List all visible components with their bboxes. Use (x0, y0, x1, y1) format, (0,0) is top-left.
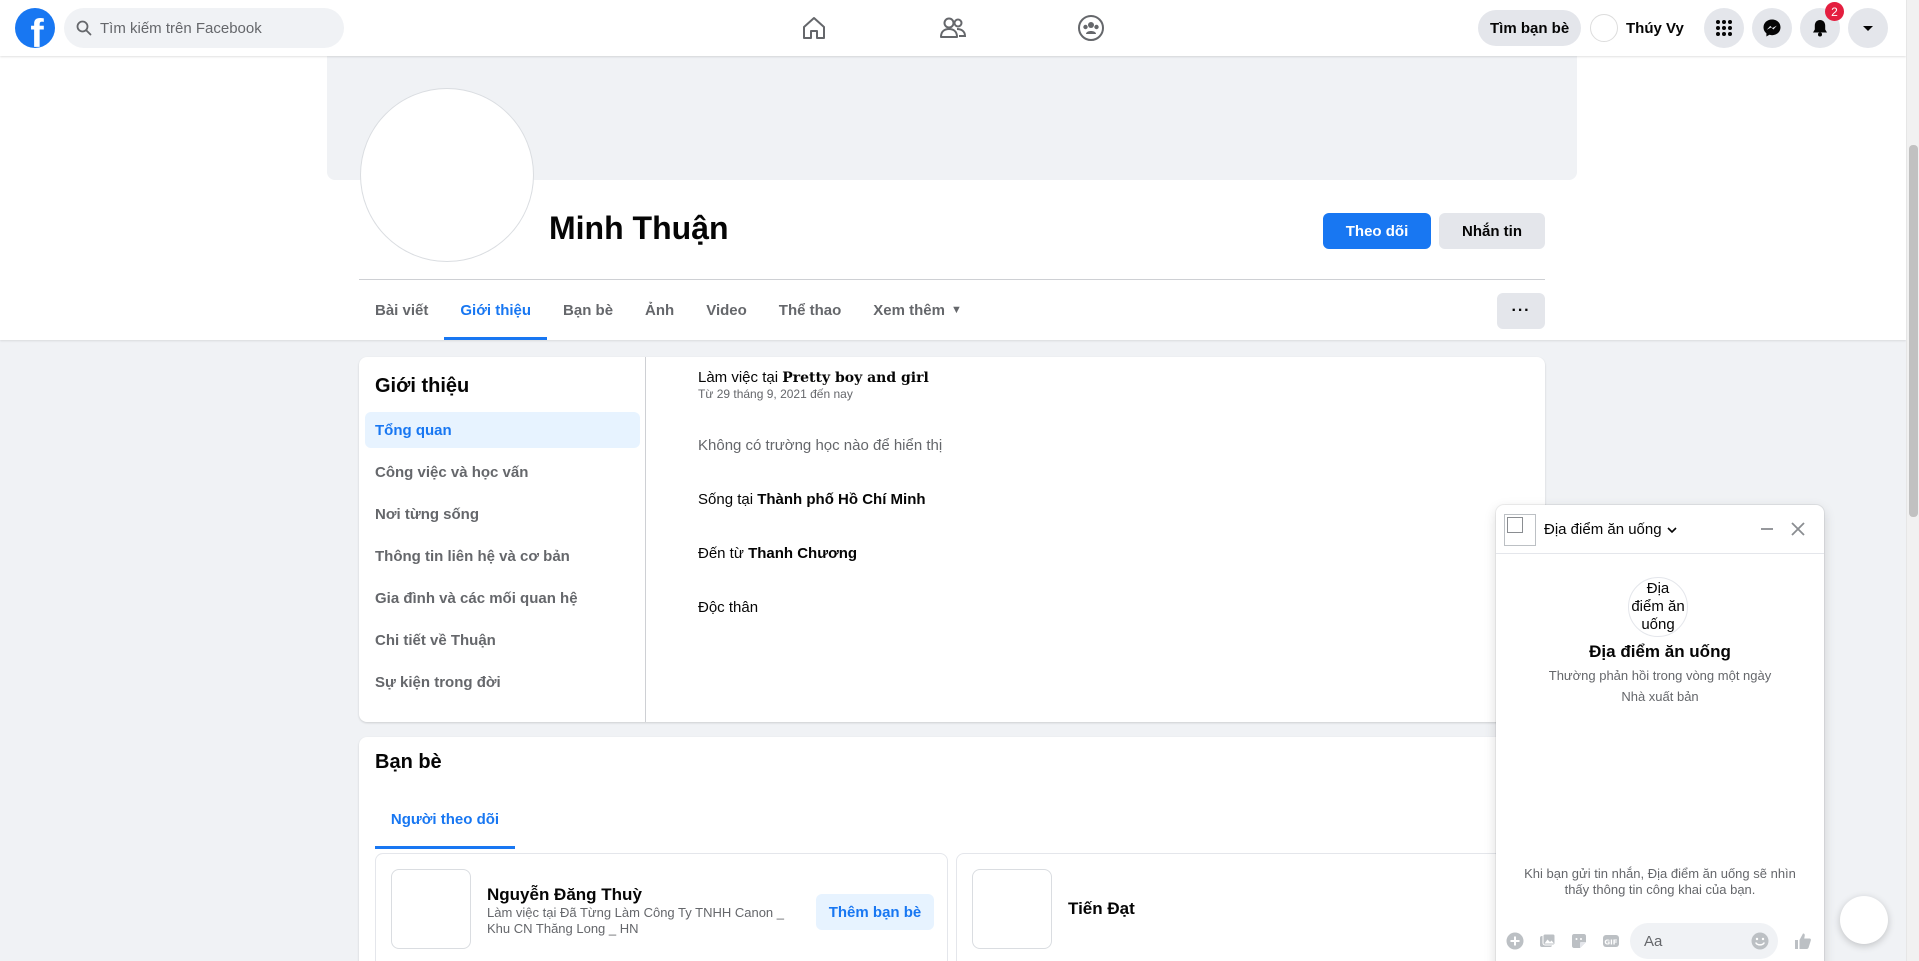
add-friend-button[interactable]: Thêm bạn bè (816, 894, 934, 930)
about-title: Giới thiệu (375, 375, 470, 397)
hometown-link[interactable]: Thanh Chương (748, 545, 857, 562)
chat-message-input[interactable] (1644, 932, 1740, 950)
emoji-icon[interactable] (1750, 931, 1770, 951)
friends-icon[interactable] (937, 12, 969, 44)
top-navigation: f Tìm bạn bè Thúy Vy 2 (0, 0, 1906, 56)
friend-subtitle: Làm việc tại Đã Từng Làm Công Ty TNHH Ca… (487, 905, 785, 936)
chat-privacy-notice: Khi bạn gửi tin nhắn, Địa điểm ăn uống s… (1524, 866, 1796, 897)
chat-header: Địa điểm ăn uống (1496, 505, 1824, 554)
user-profile-chip[interactable]: Thúy Vy (1590, 10, 1684, 46)
chat-page-title[interactable]: Địa điểm ăn uống (1496, 642, 1824, 662)
messenger-icon[interactable] (1752, 8, 1792, 48)
scrollbar[interactable] (1906, 0, 1919, 961)
message-button[interactable]: Nhắn tin (1439, 213, 1545, 249)
work-prefix: Làm việc tại (698, 369, 783, 386)
about-item-work-education[interactable]: Công việc và học vấn (365, 454, 640, 490)
tab-followers[interactable]: Người theo dõi (375, 789, 515, 849)
tab-photos[interactable]: Ảnh (629, 280, 690, 340)
follow-button[interactable]: Theo dõi (1323, 213, 1431, 249)
hometown-info: Đến từ Thanh Chương (698, 545, 857, 562)
chat-avatar[interactable] (1504, 514, 1536, 546)
profile-name: Minh Thuận (549, 210, 729, 246)
current-city-info: Sống tại Thành phố Hồ Chí Minh (698, 491, 926, 508)
work-info: Làm việc tại Pretty boy and girl Từ 29 t… (698, 369, 929, 401)
about-sidebar: Giới thiệu Tổng quan Công việc và học vấ… (359, 357, 646, 722)
notification-badge: 2 (1825, 2, 1844, 21)
user-name: Thúy Vy (1626, 19, 1684, 37)
lives-prefix: Sống tại (698, 491, 758, 508)
profile-tabs: Bài viết Giới thiệu Bạn bè Ảnh Video Thể… (359, 280, 978, 340)
chat-window: Địa điểm ăn uống Địa điểm ăn uống Địa đi… (1496, 505, 1824, 961)
about-item-overview[interactable]: Tổng quan (365, 412, 640, 448)
image-icon[interactable] (1534, 928, 1560, 954)
tab-sports[interactable]: Thể thao (763, 280, 858, 340)
chat-input-box[interactable] (1630, 923, 1778, 959)
chevron-down-icon: ▼ (951, 304, 962, 316)
account-caret-icon[interactable] (1848, 8, 1888, 48)
chevron-down-icon (1667, 526, 1677, 533)
education-info: Không có trường học nào để hiển thị (698, 437, 943, 454)
from-prefix: Đến từ (698, 545, 749, 562)
about-item-details[interactable]: Chi tiết về Thuận (365, 622, 640, 658)
new-message-button[interactable] (1840, 896, 1888, 944)
friends-title: Bạn bè (375, 751, 442, 773)
work-since: Từ 29 tháng 9, 2021 đến nay (698, 387, 853, 401)
plus-circle-icon[interactable] (1502, 928, 1528, 954)
about-item-contact-basic-info[interactable]: Thông tin liên hệ và cơ bản (365, 538, 640, 574)
friend-photo[interactable] (391, 869, 471, 949)
work-place-link[interactable]: Pretty boy and girl (782, 370, 929, 386)
about-item-family-relationships[interactable]: Gia đình và các mối quan hệ (365, 580, 640, 616)
list-item: Tiến Đạt (956, 853, 1529, 961)
chat-page-avatar[interactable]: Địa điểm ăn uống (1628, 577, 1688, 637)
chat-name-label: Địa điểm ăn uống (1544, 521, 1662, 538)
like-icon[interactable] (1790, 928, 1816, 954)
list-item: Nguyễn Đăng Thuỳ Làm việc tại Đã Từng Là… (375, 853, 948, 961)
minimize-icon[interactable] (1755, 517, 1779, 541)
friend-photo[interactable] (972, 869, 1052, 949)
search-icon (76, 20, 92, 36)
tab-see-more-label: Xem thêm (873, 301, 945, 319)
relationship-info: Độc thân (698, 599, 759, 616)
groups-icon[interactable] (1075, 12, 1107, 44)
more-options-button[interactable]: ··· (1497, 293, 1545, 329)
profile-picture[interactable] (361, 89, 533, 261)
chat-avatar-alt: Địa điểm ăn uống (1631, 580, 1685, 633)
profile-header: Minh Thuận Theo dõi Nhắn tin Bài viết Gi… (0, 56, 1906, 340)
tab-about[interactable]: Giới thiệu (444, 280, 547, 340)
chat-response-time: Thường phản hồi trong vòng một ngày (1548, 668, 1772, 683)
about-menu: Tổng quan Công việc và học vấn Nơi từng … (365, 412, 640, 706)
search-box[interactable] (64, 8, 344, 48)
tab-friends[interactable]: Bạn bè (547, 280, 629, 340)
about-item-places-lived[interactable]: Nơi từng sống (365, 496, 640, 532)
avatar (1590, 14, 1618, 42)
bell-icon[interactable]: 2 (1800, 2, 1844, 48)
menu-grid-icon[interactable] (1704, 8, 1744, 48)
facebook-logo[interactable]: f (15, 8, 55, 48)
find-friends-button[interactable]: Tìm bạn bè (1478, 10, 1582, 46)
current-city-link[interactable]: Thành phố Hồ Chí Minh (757, 491, 925, 508)
about-card: Giới thiệu Tổng quan Công việc và học vấ… (359, 357, 1545, 722)
about-item-life-events[interactable]: Sự kiện trong đời (365, 664, 640, 700)
friends-card: Bạn bè Người theo dõi Nguyễn Đăng Thuỳ L… (359, 737, 1545, 961)
friend-name[interactable]: Tiến Đạt (1068, 899, 1135, 919)
chat-name-dropdown[interactable]: Địa điểm ăn uống (1544, 521, 1678, 538)
chat-composer: GIF (1496, 917, 1824, 961)
close-icon[interactable] (1786, 517, 1810, 541)
tab-see-more[interactable]: Xem thêm ▼ (857, 280, 978, 340)
tab-video[interactable]: Video (690, 280, 763, 340)
scrollbar-thumb[interactable] (1909, 145, 1918, 517)
search-input[interactable] (100, 19, 320, 37)
gif-label: GIF (1604, 938, 1617, 946)
friend-name[interactable]: Nguyễn Đăng Thuỳ (487, 885, 642, 905)
gif-icon[interactable]: GIF (1598, 928, 1624, 954)
tab-posts[interactable]: Bài viết (359, 280, 444, 340)
chat-category: Nhà xuất bản (1621, 689, 1699, 704)
sticker-icon[interactable] (1566, 928, 1592, 954)
home-icon[interactable] (798, 12, 830, 44)
